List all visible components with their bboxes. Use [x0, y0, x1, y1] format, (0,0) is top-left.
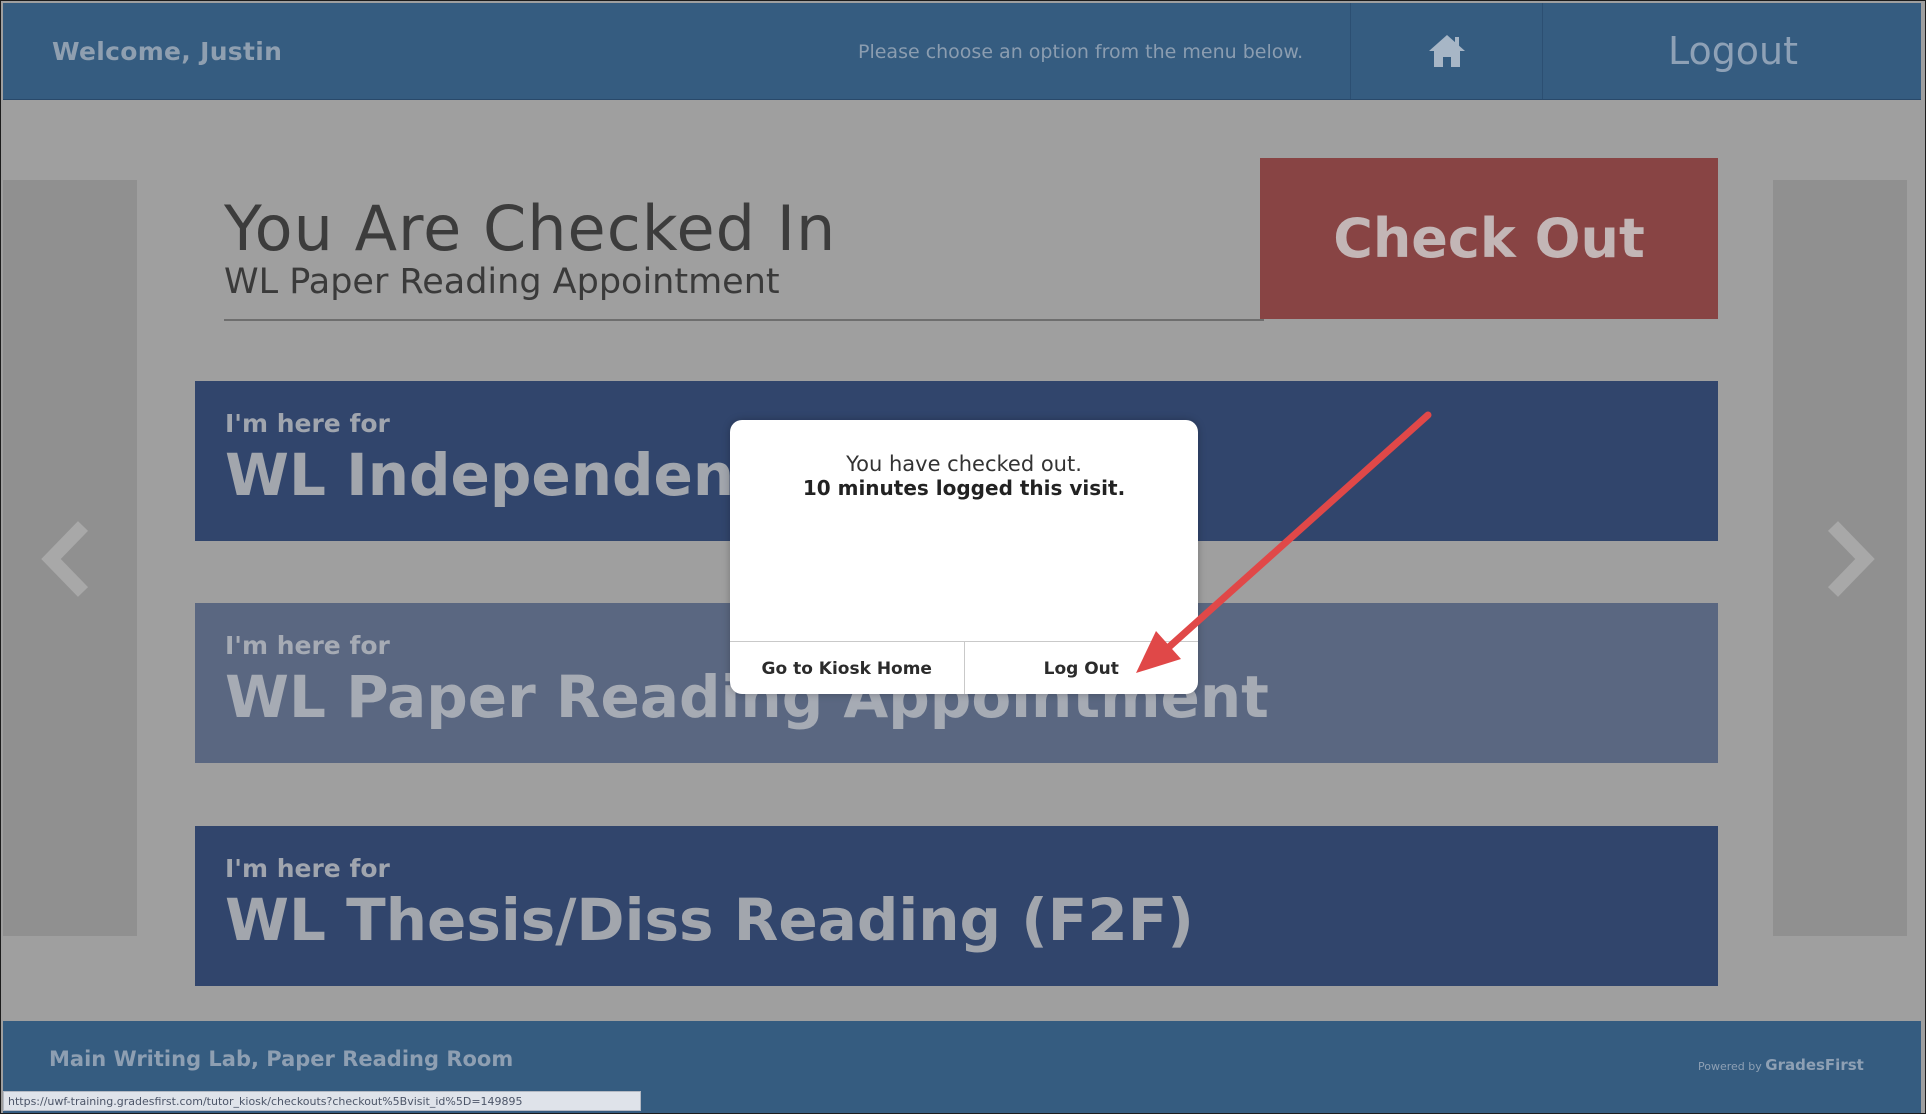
- next-page-button[interactable]: [1773, 180, 1907, 936]
- go-to-kiosk-home-button[interactable]: Go to Kiosk Home: [730, 642, 964, 694]
- option-prefix: I'm here for: [225, 854, 390, 883]
- dialog-actions: Go to Kiosk Home Log Out: [730, 641, 1198, 694]
- checked-in-appointment: WL Paper Reading Appointment: [224, 262, 780, 302]
- option-name: WL Independent: [225, 441, 762, 509]
- top-bar: Welcome, Justin Please choose an option …: [3, 3, 1921, 100]
- log-out-button[interactable]: Log Out: [963, 642, 1199, 694]
- dialog-minutes-logged: 10 minutes logged this visit.: [802, 476, 1126, 500]
- option-prefix: I'm here for: [225, 631, 390, 660]
- powered-prefix: Powered by: [1698, 1060, 1762, 1073]
- chevron-left-icon: [41, 521, 89, 597]
- browser-status-url: https://uwf-training.gradesfirst.com/tut…: [3, 1091, 641, 1111]
- logout-link[interactable]: Logout: [1543, 3, 1923, 99]
- checked-in-title: You Are Checked In: [224, 192, 837, 265]
- welcome-text: Welcome, Justin: [52, 37, 283, 66]
- option-prefix: I'm here for: [225, 409, 390, 438]
- powered-by: Powered by GradesFirst: [1698, 1056, 1864, 1074]
- location-name: Main Writing Lab, Paper Reading Room: [49, 1047, 514, 1071]
- option-name: WL Thesis/Diss Reading (F2F): [225, 886, 1194, 954]
- home-icon: [1428, 35, 1465, 67]
- check-out-button[interactable]: Check Out: [1260, 158, 1718, 319]
- chevron-right-icon: [1827, 521, 1875, 597]
- checkout-confirmation-dialog: You have checked out. 10 minutes logged …: [730, 420, 1198, 694]
- prev-page-button[interactable]: [3, 180, 137, 936]
- menu-hint: Please choose an option from the menu be…: [858, 41, 1304, 63]
- kiosk-window: Welcome, Justin Please choose an option …: [0, 0, 1926, 1114]
- home-button[interactable]: [1351, 3, 1542, 99]
- dialog-message: You have checked out.: [846, 452, 1082, 476]
- option-card[interactable]: I'm here for WL Thesis/Diss Reading (F2F…: [195, 826, 1718, 986]
- divider: [224, 319, 1264, 321]
- brand-name: GradesFirst: [1765, 1056, 1864, 1074]
